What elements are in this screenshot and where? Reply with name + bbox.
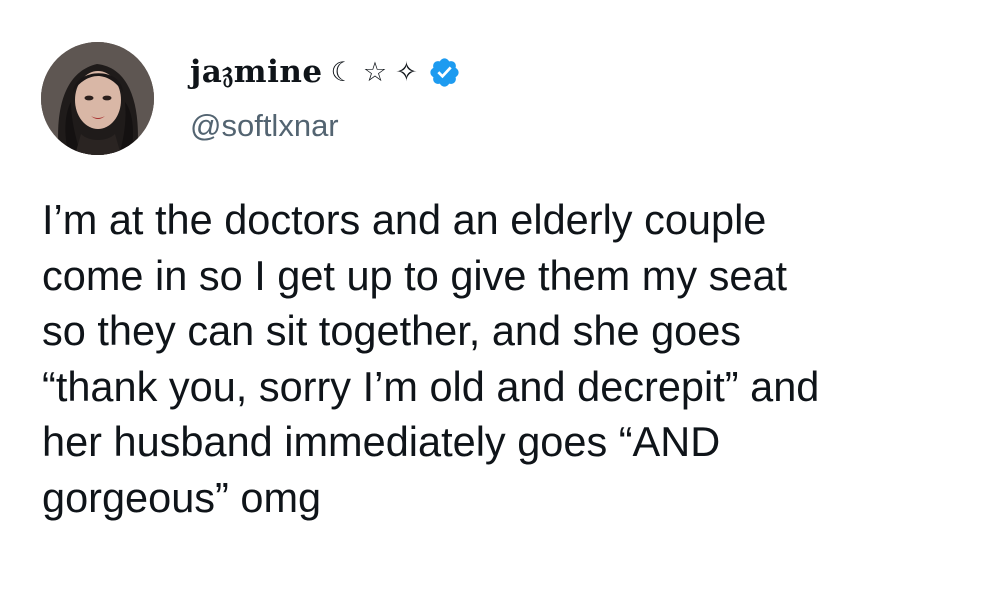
tweet-line: I’m at the doctors and an elderly couple (42, 196, 767, 243)
tweet-line: her husband immediately goes “AND (42, 418, 721, 465)
moon-icon: ☾ (330, 56, 355, 88)
tweet-line: come in so I get up to give them my seat (42, 251, 788, 299)
avatar[interactable] (41, 42, 154, 155)
tweet-line: “thank you, sorry I’m old and decrepit” … (42, 362, 820, 410)
tweet-card: ja𝔷mine ☾ ☆ ✧ @softlxnar I’m at the doct… (0, 0, 1000, 598)
author-handle[interactable]: @softlxnar (190, 108, 339, 144)
tweet-text: I’m at the doctors and an elderly couple… (42, 192, 972, 525)
display-name[interactable]: ja𝔷mine (190, 54, 323, 91)
author-name-row[interactable]: ja𝔷mine ☾ ☆ ✧ (190, 50, 461, 94)
star-icon: ☆ (362, 56, 388, 88)
profile-photo-icon (41, 42, 154, 155)
sparkle-icon: ✧ (395, 56, 418, 88)
tweet-line: gorgeous” omg (42, 473, 322, 521)
verified-badge-icon (428, 56, 461, 89)
tweet-line: so they can sit together, and she goes (42, 307, 742, 354)
